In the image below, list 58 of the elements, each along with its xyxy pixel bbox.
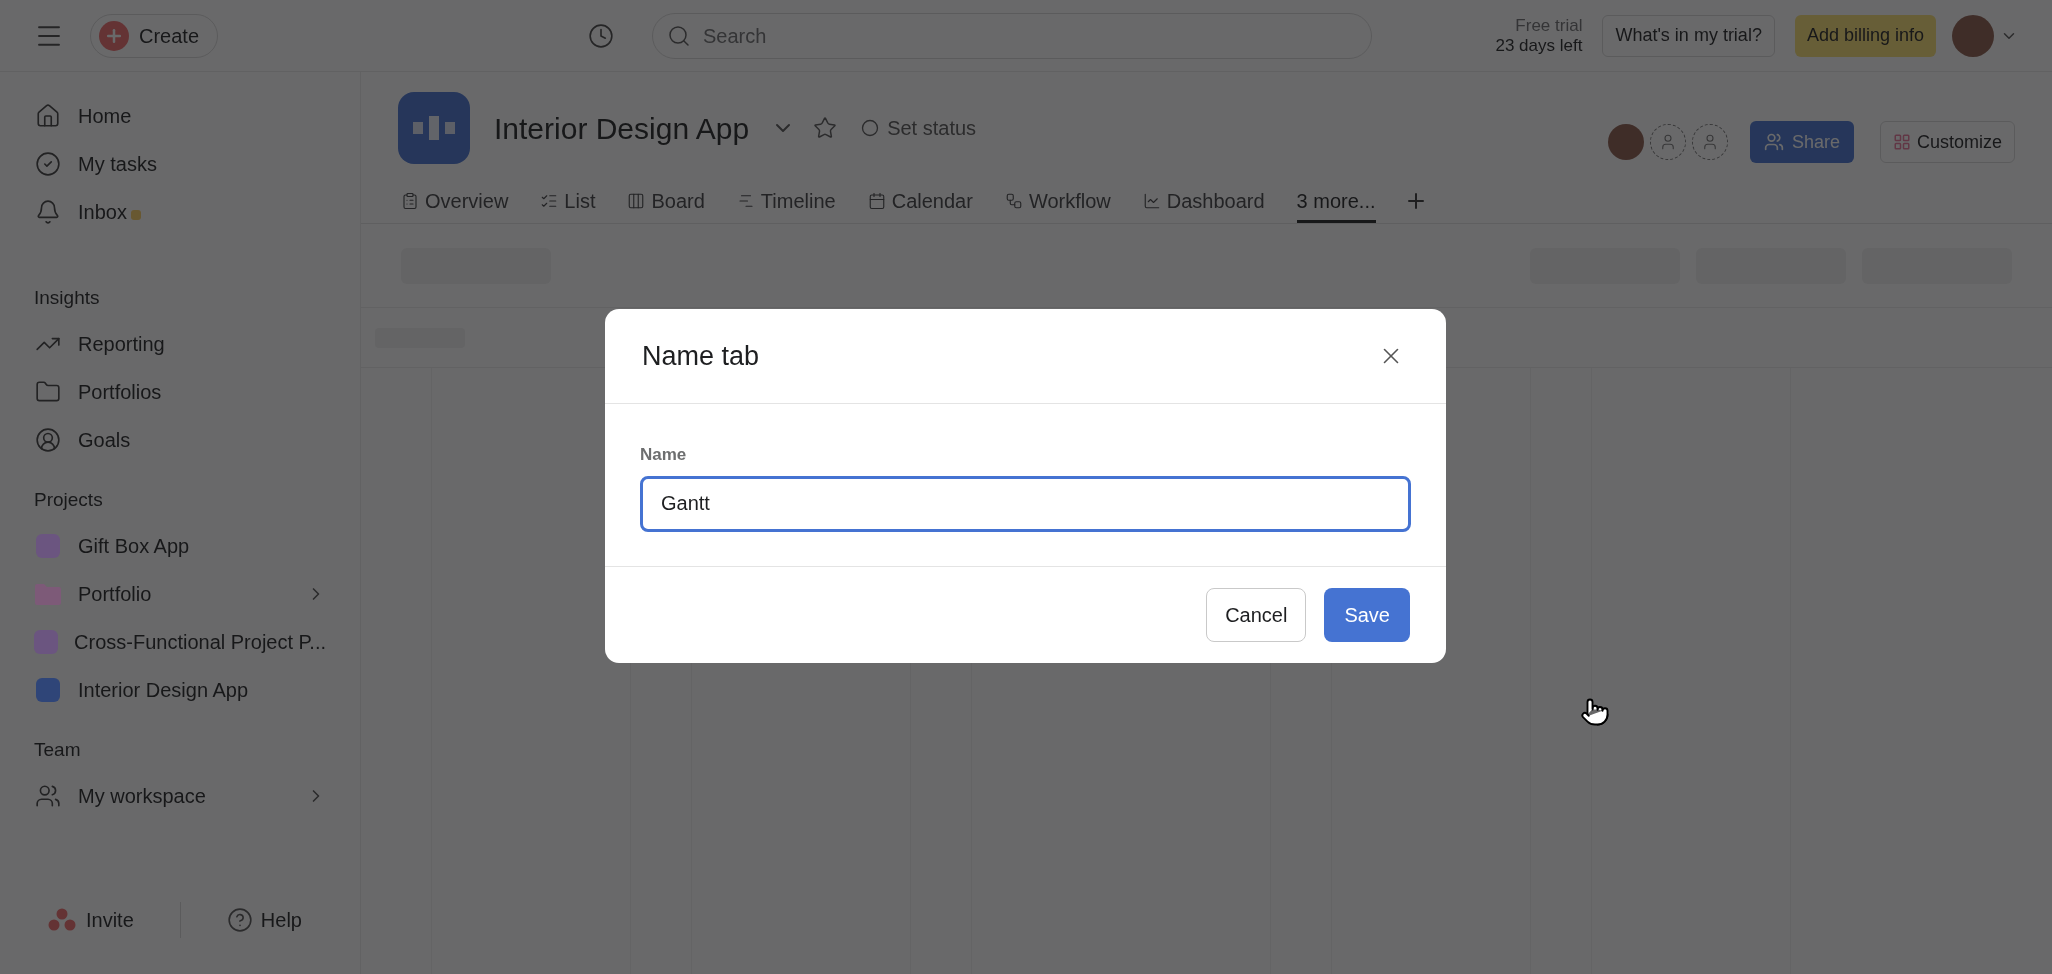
field-label: Name — [640, 444, 688, 466]
three-dots-logo-icon — [48, 908, 76, 932]
sidebar-item[interactable]: Inbox — [0, 188, 360, 236]
project-tab[interactable]: Board — [627, 181, 705, 223]
project-tab[interactable]: Overview — [401, 181, 509, 223]
share-button[interactable]: Share — [1749, 121, 1854, 163]
person-icon — [35, 427, 61, 453]
set-status-button[interactable]: Set status — [861, 113, 977, 143]
add-billing-button[interactable]: Add billing info — [1794, 14, 1936, 57]
sidebar-item[interactable]: Portfolio — [0, 570, 360, 618]
people-icon — [35, 783, 61, 809]
section-heading: Projects — [33, 487, 104, 512]
save-button[interactable]: Save — [1324, 587, 1410, 642]
sidebar-item[interactable]: Home — [0, 92, 360, 140]
customize-button[interactable]: Customize — [1879, 121, 2015, 163]
project-tab[interactable]: 3 more... — [1296, 181, 1376, 223]
home-icon — [35, 103, 61, 129]
bell-icon — [35, 199, 61, 225]
project-tab[interactable]: Timeline — [736, 181, 836, 223]
sidebar-item[interactable]: Reporting — [0, 320, 360, 368]
search-icon — [667, 23, 692, 48]
project-title: Interior Design App — [494, 110, 750, 147]
calendar-icon — [867, 191, 886, 210]
line-chart-icon — [1142, 191, 1161, 210]
board-icon — [627, 191, 646, 210]
sidebar-item[interactable]: My workspace — [0, 772, 360, 820]
cancel-button[interactable]: Cancel — [1206, 587, 1307, 642]
help-icon — [226, 907, 253, 933]
circle-icon — [861, 119, 880, 137]
project-tab[interactable]: Dashboard — [1142, 181, 1265, 223]
plus-icon — [99, 20, 129, 51]
workflow-icon — [1004, 191, 1023, 210]
sidebar-item[interactable]: Goals — [0, 416, 360, 464]
people-icon — [1763, 132, 1784, 152]
name-input[interactable]: Gantt — [640, 475, 1411, 532]
trial-info-button[interactable]: What's in my trial? — [1602, 14, 1775, 57]
avatar[interactable] — [1952, 14, 1994, 57]
sidebar-item[interactable]: Gift Box App — [0, 522, 360, 570]
invite-link[interactable]: Invite — [48, 905, 134, 935]
section-heading: Team — [33, 737, 82, 762]
project-tab[interactable]: Calendar — [867, 181, 973, 223]
star-icon[interactable] — [813, 116, 838, 140]
sidebar-item[interactable]: Portfolios — [0, 368, 360, 416]
help-link[interactable]: Help — [226, 905, 302, 935]
clock-icon[interactable] — [588, 22, 615, 49]
clipboard-icon — [401, 191, 419, 210]
grid-icon — [1892, 133, 1911, 151]
sidebar-item[interactable]: My tasks — [0, 140, 360, 188]
avatar[interactable] — [1607, 124, 1644, 160]
project-tab[interactable]: List — [540, 181, 596, 223]
project-icon — [398, 92, 470, 164]
dialog-title: Name tab — [642, 339, 761, 373]
days-left-label: 23 days left — [1495, 35, 1583, 56]
project-tab[interactable]: Workflow — [1004, 181, 1111, 223]
check-circle-icon — [35, 151, 61, 177]
sidebar-item[interactable]: Interior Design App — [0, 666, 360, 714]
section-heading: Insights — [33, 285, 101, 310]
sidebar-item[interactable]: Cross-Functional Project P... — [0, 618, 360, 666]
